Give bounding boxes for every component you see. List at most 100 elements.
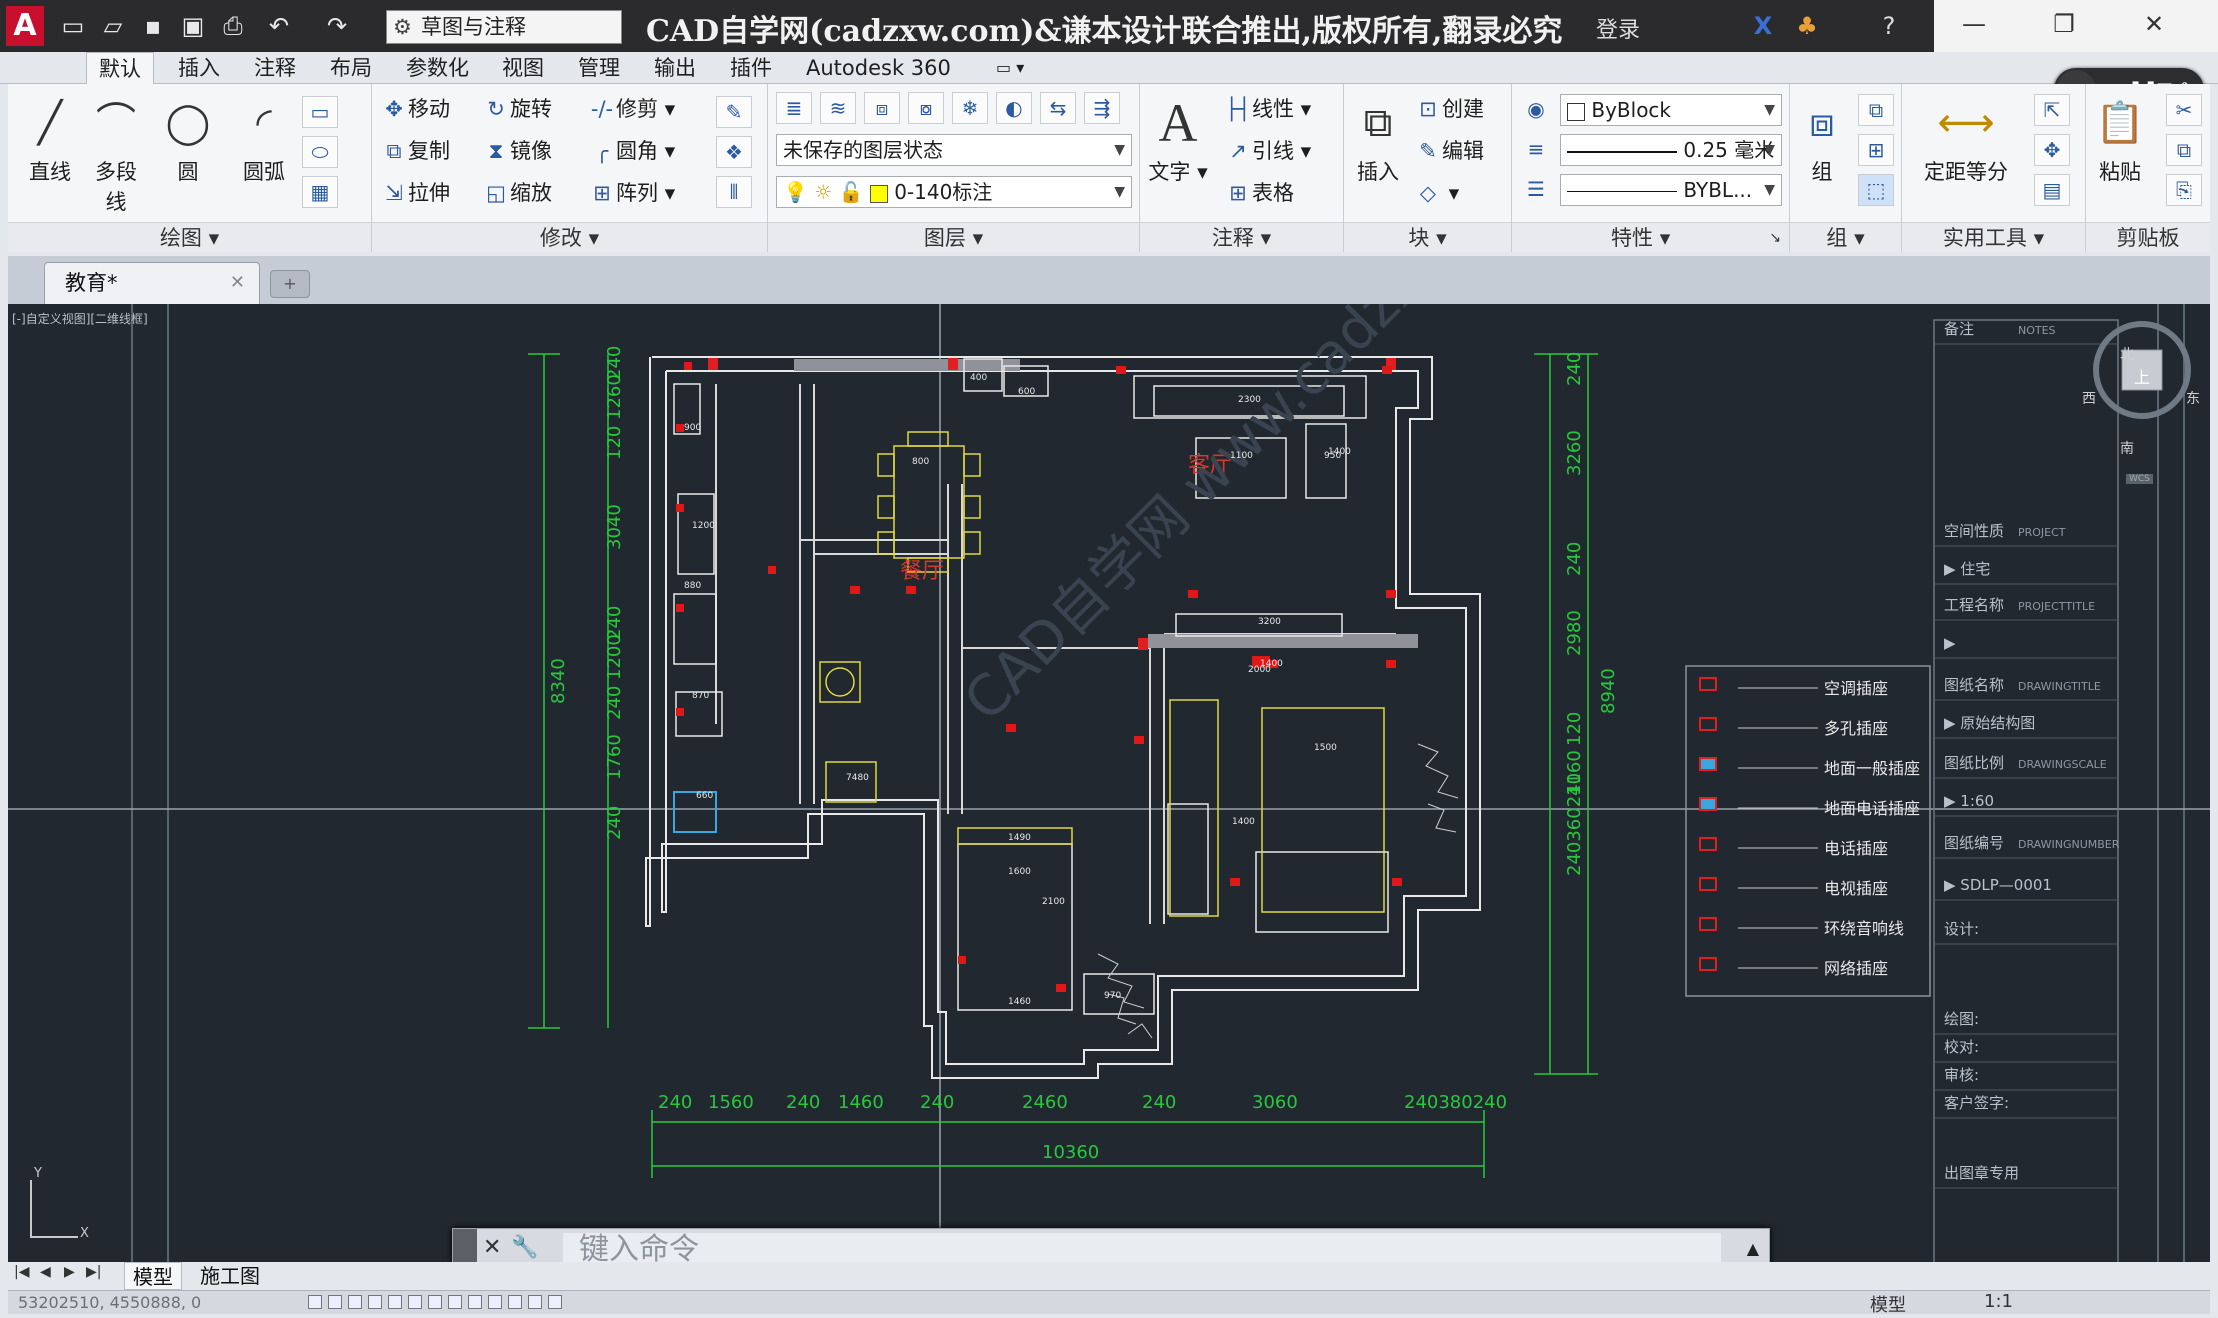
layer-unisolate-icon[interactable]: ⧇ <box>908 92 944 124</box>
close-tab-icon[interactable]: ✕ <box>230 263 245 303</box>
annotation-scale[interactable]: 1:1 <box>1984 1291 2013 1312</box>
properties-panel-title[interactable]: 特性 ▾ ↘ <box>1512 222 1789 252</box>
ducs-icon[interactable] <box>428 1295 442 1309</box>
file-tab-active[interactable]: 教育* ✕ <box>44 262 260 304</box>
lineweight-dropdown[interactable]: 0.25 毫米 ▼ <box>1560 134 1782 166</box>
login-link[interactable]: 登录 <box>1596 12 1640 44</box>
wcs-menu[interactable]: WCS <box>2126 474 2153 484</box>
new-tab-button[interactable]: + <box>270 270 310 298</box>
dyn-icon[interactable] <box>448 1295 462 1309</box>
tab-layout[interactable]: 布局 <box>330 52 372 84</box>
hatch-icon[interactable]: ▦ <box>302 176 338 208</box>
viewcube-top[interactable]: 上 <box>2134 364 2150 388</box>
layer-state-dropdown[interactable]: 未保存的图层状态 ▼ <box>776 134 1132 166</box>
offset-icon[interactable]: ⫴ <box>716 176 752 208</box>
a360-icon[interactable]: ♣ <box>1790 10 1824 42</box>
next-layout-icon[interactable]: ▶ <box>64 1264 75 1280</box>
ellipse-icon[interactable]: ⬭ <box>302 136 338 168</box>
fillet-button[interactable]: ╭ 圆角 ▾ <box>588 136 676 166</box>
table-button[interactable]: ⊞ 表格 <box>1224 178 1294 208</box>
draw-panel-title[interactable]: 绘图 ▾ <box>8 222 371 252</box>
help-icon[interactable]: ? <box>1872 10 1906 42</box>
prev-layout-icon[interactable]: ◀ <box>40 1264 51 1280</box>
group-select-icon[interactable]: ⬚ <box>1858 174 1894 206</box>
create-block-button[interactable]: ⊡ 创建 <box>1414 94 1484 124</box>
otrack-icon[interactable] <box>408 1295 422 1309</box>
viewcube-north[interactable]: 北 <box>2120 344 2134 364</box>
linetype-icon[interactable]: ☰ <box>1518 174 1554 206</box>
tab-model[interactable]: 模型 <box>124 1262 182 1290</box>
mirror-button[interactable]: ⧗ 镜像 <box>482 136 552 166</box>
arc-button[interactable]: ◜ 圆弧 <box>234 90 294 186</box>
qp-icon[interactable] <box>508 1295 522 1309</box>
workspace-selector[interactable]: ⚙ 草图与注释 <box>386 10 622 44</box>
trim-button[interactable]: -/- 修剪 ▾ <box>588 94 675 124</box>
customize-icon[interactable]: 🔧 <box>511 1235 538 1260</box>
last-layout-icon[interactable]: ▶| <box>86 1264 101 1280</box>
status-model[interactable]: 模型 <box>1870 1291 1906 1317</box>
utilities-panel-title[interactable]: 实用工具 ▾ <box>1902 222 2085 252</box>
copy-clip-icon[interactable]: ⧉ <box>2166 134 2202 166</box>
color-dropdown[interactable]: ByBlock ▼ <box>1560 94 1782 126</box>
groups-panel-title[interactable]: 组 ▾ <box>1790 222 1901 252</box>
tab-plugins[interactable]: 插件 <box>730 52 772 84</box>
ribbon-toggle-icon[interactable]: ▭ ▾ <box>996 52 1024 84</box>
group-button[interactable]: ⧈ 组 <box>1792 90 1852 186</box>
tab-autodesk360[interactable]: Autodesk 360 <box>806 52 951 84</box>
tab-manage[interactable]: 管理 <box>578 52 620 84</box>
layer-match-icon[interactable]: ⇆ <box>1040 92 1076 124</box>
stretch-button[interactable]: ⇲ 拉伸 <box>380 178 450 208</box>
tab-annotate[interactable]: 注释 <box>254 52 296 84</box>
ortho-icon[interactable] <box>348 1295 362 1309</box>
array-button[interactable]: ⊞ 阵列 ▾ <box>588 178 675 208</box>
save-icon[interactable]: ▪ <box>136 10 170 42</box>
polyline-button[interactable]: ⌒ 多段线 <box>86 90 146 216</box>
erase-icon[interactable]: ✎ <box>716 96 752 128</box>
close-icon[interactable]: ✕ <box>2124 10 2184 38</box>
attribute-button[interactable]: ◇ ▾ <box>1414 178 1459 208</box>
line-button[interactable]: ╱ 直线 <box>20 90 80 186</box>
cut-icon[interactable]: ✂ <box>2166 94 2202 126</box>
edit-block-button[interactable]: ✎ 编辑 <box>1414 136 1484 166</box>
layer-freeze-icon[interactable]: ❄ <box>952 92 988 124</box>
layer-off-icon[interactable]: ◐ <box>996 92 1032 124</box>
viewcube-east[interactable]: 东 <box>2186 388 2200 408</box>
rotate-button[interactable]: ↻ 旋转 <box>482 94 552 124</box>
snap-icon[interactable] <box>308 1295 322 1309</box>
undo-icon[interactable]: ↶ <box>262 10 296 42</box>
group-edit-icon[interactable]: ⊞ <box>1858 134 1894 166</box>
tab-construction[interactable]: 施工图 <box>192 1262 268 1290</box>
close-command-icon[interactable]: ✕ <box>483 1235 501 1260</box>
redo-icon[interactable]: ↷ <box>320 10 354 42</box>
viewport-label[interactable]: [-]自定义视图][二维线框] <box>12 310 148 327</box>
lwt-icon[interactable] <box>468 1295 482 1309</box>
scale-button[interactable]: ◱ 缩放 <box>482 178 552 208</box>
tab-view[interactable]: 视图 <box>502 52 544 84</box>
new-file-icon[interactable]: ▭ <box>56 10 90 42</box>
clipboard-panel-title[interactable]: 剪贴板 <box>2086 222 2210 252</box>
block-panel-title[interactable]: 块 ▾ <box>1344 222 1511 252</box>
layer-state-icon[interactable]: ≋ <box>820 92 856 124</box>
lineweight-icon[interactable]: ≡ <box>1518 134 1554 166</box>
tpy-icon[interactable] <box>488 1295 502 1309</box>
minimize-icon[interactable]: — <box>1944 10 2004 38</box>
polar-icon[interactable] <box>368 1295 382 1309</box>
annotation-panel-title[interactable]: 注释 ▾ <box>1140 222 1343 252</box>
match-properties-icon[interactable]: ⎘ <box>2166 174 2202 206</box>
layer-walk-icon[interactable]: ⇶ <box>1084 92 1120 124</box>
layer-dropdown[interactable]: 💡 ☼ 🔓 0-140标注 ▼ <box>776 176 1132 208</box>
save-as-icon[interactable]: ▣ <box>176 10 210 42</box>
move-button[interactable]: ✥ 移动 <box>380 94 450 124</box>
sc-icon[interactable] <box>528 1295 542 1309</box>
insert-button[interactable]: ⧉ 插入 <box>1348 90 1408 186</box>
layer-properties-icon[interactable]: ≣ <box>776 92 812 124</box>
quick-select-icon[interactable]: ⇱ <box>2034 94 2070 126</box>
layers-panel-title[interactable]: 图层 ▾ <box>768 222 1139 252</box>
id-point-icon[interactable]: ✥ <box>2034 134 2070 166</box>
tab-parametric[interactable]: 参数化 <box>406 52 469 84</box>
calculator-icon[interactable]: ▤ <box>2034 174 2070 206</box>
osnap-icon[interactable] <box>388 1295 402 1309</box>
linear-dim-button[interactable]: ├┤线性 ▾ <box>1224 94 1311 124</box>
explode-icon[interactable]: ❖ <box>716 136 752 168</box>
text-button[interactable]: A 文字 ▾ <box>1148 90 1208 186</box>
